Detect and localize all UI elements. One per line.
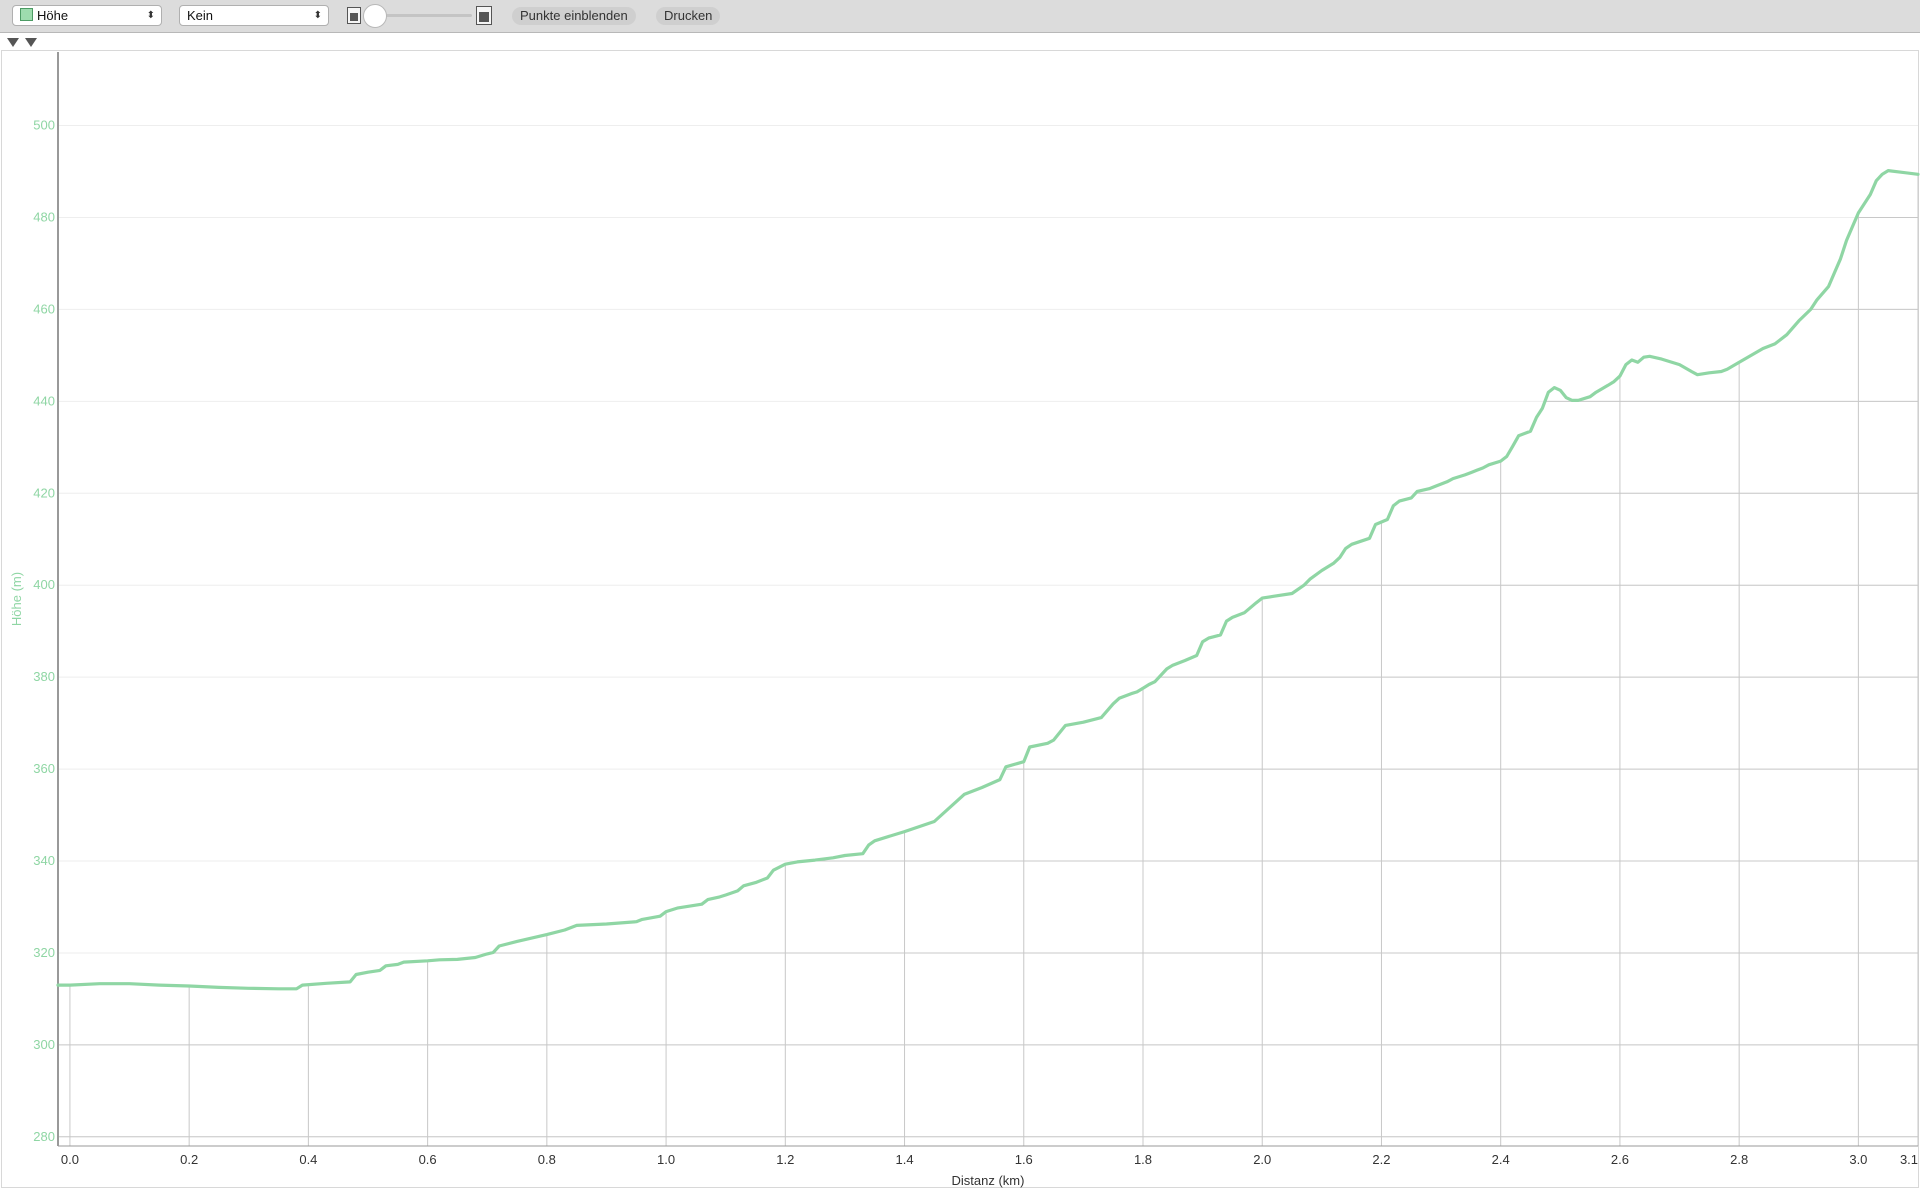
y-tick-label: 340 [33,853,55,868]
y-tick-label: 480 [33,209,55,224]
x-tick-label: 0.0 [61,1152,79,1167]
x-tick-label: 2.2 [1372,1152,1390,1167]
x-tick-label: 1.6 [1015,1152,1033,1167]
y-tick-label: 500 [33,118,55,133]
x-tick-label: 2.4 [1492,1152,1510,1167]
x-tick-label: 0.6 [419,1152,437,1167]
y-axis-label: Höhe (m) [9,572,24,626]
y-tick-label: 420 [33,485,55,500]
x-tick-label: 0.8 [538,1152,556,1167]
x-tick-label: 1.8 [1134,1152,1152,1167]
y-tick-label: 280 [33,1129,55,1144]
x-tick-label: 0.4 [299,1152,317,1167]
x-axis-label: Distanz (km) [952,1173,1025,1188]
y-tick-label: 460 [33,301,55,316]
elevation-series-line [56,169,1920,991]
y-tick-label: 380 [33,669,55,684]
x-tick-label: 1.2 [776,1152,794,1167]
x-tick-label: 1.4 [895,1152,913,1167]
y-tick-label: 440 [33,393,55,408]
x-tick-label: 2.8 [1730,1152,1748,1167]
y-tick-label: 360 [33,761,55,776]
x-tick-label: 3.1 [1900,1152,1918,1167]
x-tick-label: 0.2 [180,1152,198,1167]
y-tick-label: 320 [33,945,55,960]
y-tick-label: 300 [33,1037,55,1052]
x-tick-label: 2.6 [1611,1152,1629,1167]
x-tick-label: 3.0 [1849,1152,1867,1167]
y-tick-label: 400 [33,577,55,592]
elevation-chart: 280 300 320 340 360 380 400 420 440 460 480 500 0.0 0… [9,52,1920,1188]
x-tick-label: 1.0 [657,1152,675,1167]
x-tick-label: 2.0 [1253,1152,1271,1167]
